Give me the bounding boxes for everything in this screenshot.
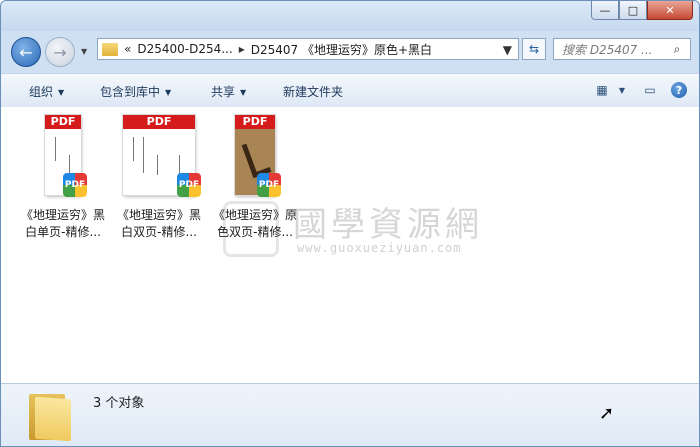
pdf-app-icon: PDF [257,173,281,197]
folder-icon [102,42,118,56]
minimize-button[interactable]: — [591,1,619,20]
title-bar: — □ ✕ [1,1,699,31]
include-library-menu[interactable]: 包含到库中 ▼ [100,83,171,100]
pdf-tag: PDF [235,115,275,129]
maximize-button[interactable]: □ [619,1,647,20]
command-bar: 组织 ▼ 包含到库中 ▼ 共享 ▼ 新建文件夹 ▦ ▼ ▭ ? [1,73,699,108]
chevron-down-icon: ▼ [240,88,247,97]
new-folder-label: 新建文件夹 [283,85,344,99]
navigation-bar: ← → ▼ « D25400-D254... ▸ D25407 《地理运穷》原色… [1,31,699,71]
file-item[interactable]: PDF PDF 《地理运穷》原 色双页-精修... [209,115,301,241]
pdf-thumbnail: PDF PDF [45,115,87,197]
pdf-thumbnail: PDF PDF [123,115,201,197]
pdf-app-icon: PDF [63,173,87,197]
pdf-tag: PDF [45,115,81,129]
window-controls: — □ ✕ [591,1,693,20]
include-library-label: 包含到库中 [100,85,161,99]
close-button[interactable]: ✕ [647,1,693,20]
overflow-chevron[interactable]: « [124,42,131,56]
search-box[interactable]: 搜索 D25407 ... ⌕ [553,38,691,60]
breadcrumb-separator-icon[interactable]: ▸ [239,42,245,56]
organize-label: 组织 [29,85,54,99]
chevron-down-icon: ▼ [165,88,172,97]
file-item[interactable]: PDF PDF 《地理运穷》黑 白单页-精修... [17,115,109,241]
mouse-cursor-icon: ➚ [599,403,615,424]
watermark-url: www.guoxueziyuan.com [297,241,462,255]
view-controls: ▦ ▼ ▭ ? [583,81,687,99]
forward-button[interactable]: → [45,37,75,67]
share-label: 共享 [211,85,236,99]
preview-pane-icon[interactable]: ▭ [641,81,659,99]
pdf-tag: PDF [123,115,195,129]
file-name-line-2: 白双页-精修... [121,225,197,239]
watermark-title: 國學資源網 [293,205,483,245]
view-dropdown-icon[interactable]: ▼ [613,81,631,99]
file-name: 《地理运穷》黑 白双页-精修... [113,207,205,241]
file-name-line-1: 《地理运穷》黑 [116,208,201,222]
details-pane: 3 个对象 ➚ [1,383,699,446]
file-name-line-2: 色双页-精修... [217,225,293,239]
file-name-line-2: 白单页-精修... [25,225,101,239]
search-input[interactable]: 搜索 D25407 ... [562,41,670,58]
help-icon[interactable]: ? [671,82,687,98]
change-view-icon[interactable]: ▦ [593,81,611,99]
address-dropdown-icon[interactable]: ▼ [503,43,512,57]
new-folder-button[interactable]: 新建文件夹 [283,83,343,100]
refresh-button[interactable]: ⇆ [522,38,546,60]
recent-pages-dropdown-icon[interactable]: ▼ [81,47,87,56]
file-name: 《地理运穷》黑 白单页-精修... [17,207,109,241]
breadcrumb-parent[interactable]: D25400-D254... [137,42,232,56]
folder-icon [29,390,71,442]
explorer-window: — □ ✕ ← → ▼ « D25400-D254... ▸ D25407 《地… [0,0,700,447]
file-list-pane[interactable]: 國學資源網 www.guoxueziyuan.com PDF PDF 《地理运穷… [1,107,699,383]
file-name: 《地理运穷》原 色双页-精修... [209,207,301,241]
pdf-thumbnail: PDF PDF [235,115,281,197]
file-item[interactable]: PDF PDF 《地理运穷》黑 白双页-精修... [113,115,205,241]
address-bar[interactable]: « D25400-D254... ▸ D25407 《地理运穷》原色+黑白 ▼ [97,38,519,60]
organize-menu[interactable]: 组织 ▼ [29,83,64,100]
pdf-app-icon: PDF [177,173,201,197]
file-name-line-1: 《地理运穷》黑 [20,208,105,222]
item-count: 3 个对象 [93,396,145,411]
breadcrumb-current[interactable]: D25407 《地理运穷》原色+黑白 [251,41,432,58]
search-icon[interactable]: ⌕ [670,42,684,56]
file-name-line-1: 《地理运穷》原 [212,208,297,222]
back-button[interactable]: ← [11,37,41,67]
chevron-down-icon: ▼ [58,88,65,97]
share-menu[interactable]: 共享 ▼ [211,83,246,100]
